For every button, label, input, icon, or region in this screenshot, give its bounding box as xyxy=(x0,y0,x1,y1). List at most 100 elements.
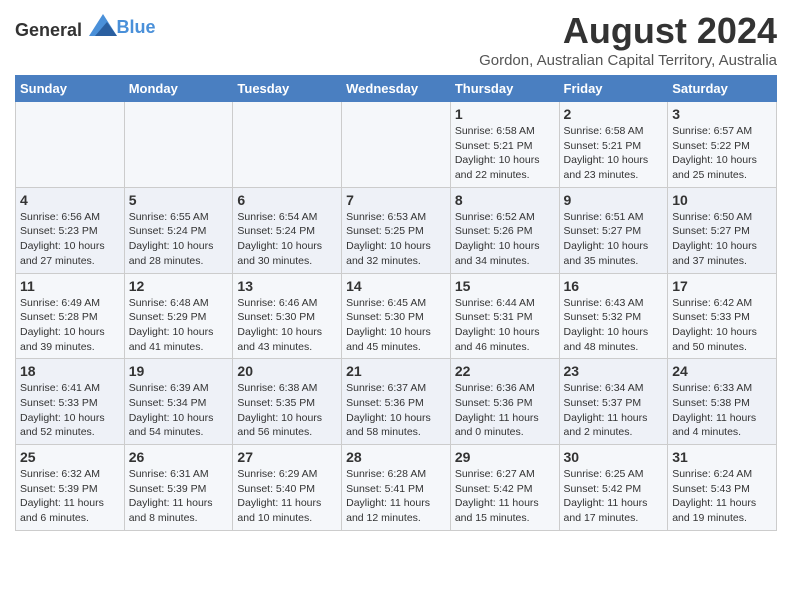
calendar-week-row: 11Sunrise: 6:49 AM Sunset: 5:28 PM Dayli… xyxy=(16,273,777,359)
day-number: 22 xyxy=(455,363,555,379)
calendar-cell: 20 Sunrise: 6:38 AM Sunset: 5:35 PM Dayli… xyxy=(233,359,342,445)
calendar-cell: 13Sunrise: 6:46 AM Sunset: 5:30 PM Dayli… xyxy=(233,273,342,359)
calendar-cell: 5 Sunrise: 6:55 AM Sunset: 5:24 PM Daylig… xyxy=(124,187,233,273)
day-number: 5 xyxy=(129,192,229,208)
calendar-cell: 23 Sunrise: 6:34 AM Sunset: 5:37 PM Dayli… xyxy=(559,359,668,445)
calendar-cell: 12 Sunrise: 6:48 AM Sunset: 5:29 PM Dayli… xyxy=(124,273,233,359)
calendar-cell: 16 Sunrise: 6:43 AM Sunset: 5:32 PM Dayli… xyxy=(559,273,668,359)
calendar-cell: 2Sunrise: 6:58 AM Sunset: 5:21 PM Daylig… xyxy=(559,102,668,188)
logo: General Blue xyxy=(15,14,156,41)
day-of-week-header: Tuesday xyxy=(233,76,342,102)
calendar-cell: 14 Sunrise: 6:45 AM Sunset: 5:30 PM Dayli… xyxy=(342,273,451,359)
day-number: 15 xyxy=(455,278,555,294)
cell-info: Sunrise: 6:29 AM Sunset: 5:40 PM Dayligh… xyxy=(237,467,337,526)
day-of-week-header: Monday xyxy=(124,76,233,102)
calendar-cell xyxy=(124,102,233,188)
day-number: 18 xyxy=(20,363,120,379)
calendar-cell: 25 Sunrise: 6:32 AM Sunset: 5:39 PM Dayli… xyxy=(16,445,125,531)
calendar-table: SundayMondayTuesdayWednesdayThursdayFrid… xyxy=(15,75,777,531)
cell-info: Sunrise: 6:46 AM Sunset: 5:30 PM Dayligh… xyxy=(237,296,337,355)
cell-info: Sunrise: 6:32 AM Sunset: 5:39 PM Dayligh… xyxy=(20,467,120,526)
day-number: 6 xyxy=(237,192,337,208)
title-area: August 2024 Gordon, Australian Capital T… xyxy=(479,10,777,69)
day-number: 9 xyxy=(564,192,664,208)
calendar-cell: 26 Sunrise: 6:31 AM Sunset: 5:39 PM Dayli… xyxy=(124,445,233,531)
cell-info: Sunrise: 6:28 AM Sunset: 5:41 PM Dayligh… xyxy=(346,467,446,526)
day-number: 10 xyxy=(672,192,772,208)
logo-general: General xyxy=(15,20,82,40)
location: Gordon, Australian Capital Territory, Au… xyxy=(479,52,777,69)
day-number: 25 xyxy=(20,449,120,465)
cell-info: Sunrise: 6:44 AM Sunset: 5:31 PM Dayligh… xyxy=(455,296,555,355)
day-number: 27 xyxy=(237,449,337,465)
day-of-week-header: Wednesday xyxy=(342,76,451,102)
calendar-cell: 8Sunrise: 6:52 AM Sunset: 5:26 PM Daylig… xyxy=(450,187,559,273)
day-number: 4 xyxy=(20,192,120,208)
calendar-cell xyxy=(16,102,125,188)
day-number: 7 xyxy=(346,192,446,208)
cell-info: Sunrise: 6:24 AM Sunset: 5:43 PM Dayligh… xyxy=(672,467,772,526)
calendar-cell: 1Sunrise: 6:58 AM Sunset: 5:21 PM Daylig… xyxy=(450,102,559,188)
day-of-week-header: Thursday xyxy=(450,76,559,102)
cell-info: Sunrise: 6:56 AM Sunset: 5:23 PM Dayligh… xyxy=(20,210,120,269)
logo-icon xyxy=(89,14,117,36)
calendar-header-row: SundayMondayTuesdayWednesdayThursdayFrid… xyxy=(16,76,777,102)
cell-info: Sunrise: 6:49 AM Sunset: 5:28 PM Dayligh… xyxy=(20,296,120,355)
cell-info: Sunrise: 6:39 AM Sunset: 5:34 PM Dayligh… xyxy=(129,381,229,440)
day-number: 23 xyxy=(564,363,664,379)
calendar-cell: 17 Sunrise: 6:42 AM Sunset: 5:33 PM Dayli… xyxy=(668,273,777,359)
cell-info: Sunrise: 6:45 AM Sunset: 5:30 PM Dayligh… xyxy=(346,296,446,355)
day-number: 20 xyxy=(237,363,337,379)
calendar-cell: 22 Sunrise: 6:36 AM Sunset: 5:36 PM Dayli… xyxy=(450,359,559,445)
cell-info: Sunrise: 6:58 AM Sunset: 5:21 PM Dayligh… xyxy=(455,124,555,183)
calendar-cell: 21Sunrise: 6:37 AM Sunset: 5:36 PM Dayli… xyxy=(342,359,451,445)
day-of-week-header: Friday xyxy=(559,76,668,102)
logo-blue: Blue xyxy=(117,17,156,37)
cell-info: Sunrise: 6:34 AM Sunset: 5:37 PM Dayligh… xyxy=(564,381,664,440)
calendar-week-row: 25 Sunrise: 6:32 AM Sunset: 5:39 PM Dayli… xyxy=(16,445,777,531)
cell-info: Sunrise: 6:27 AM Sunset: 5:42 PM Dayligh… xyxy=(455,467,555,526)
day-number: 26 xyxy=(129,449,229,465)
cell-info: Sunrise: 6:43 AM Sunset: 5:32 PM Dayligh… xyxy=(564,296,664,355)
day-number: 24 xyxy=(672,363,772,379)
cell-info: Sunrise: 6:42 AM Sunset: 5:33 PM Dayligh… xyxy=(672,296,772,355)
calendar-cell: 6 Sunrise: 6:54 AM Sunset: 5:24 PM Daylig… xyxy=(233,187,342,273)
day-of-week-header: Sunday xyxy=(16,76,125,102)
calendar-cell: 30 Sunrise: 6:25 AM Sunset: 5:42 PM Dayli… xyxy=(559,445,668,531)
cell-info: Sunrise: 6:53 AM Sunset: 5:25 PM Dayligh… xyxy=(346,210,446,269)
cell-info: Sunrise: 6:51 AM Sunset: 5:27 PM Dayligh… xyxy=(564,210,664,269)
cell-info: Sunrise: 6:41 AM Sunset: 5:33 PM Dayligh… xyxy=(20,381,120,440)
calendar-cell xyxy=(233,102,342,188)
day-number: 17 xyxy=(672,278,772,294)
cell-info: Sunrise: 6:36 AM Sunset: 5:36 PM Dayligh… xyxy=(455,381,555,440)
cell-info: Sunrise: 6:38 AM Sunset: 5:35 PM Dayligh… xyxy=(237,381,337,440)
calendar-cell: 3Sunrise: 6:57 AM Sunset: 5:22 PM Daylig… xyxy=(668,102,777,188)
cell-info: Sunrise: 6:48 AM Sunset: 5:29 PM Dayligh… xyxy=(129,296,229,355)
calendar-cell: 4 Sunrise: 6:56 AM Sunset: 5:23 PM Daylig… xyxy=(16,187,125,273)
day-number: 16 xyxy=(564,278,664,294)
day-number: 30 xyxy=(564,449,664,465)
calendar-cell: 11Sunrise: 6:49 AM Sunset: 5:28 PM Dayli… xyxy=(16,273,125,359)
cell-info: Sunrise: 6:58 AM Sunset: 5:21 PM Dayligh… xyxy=(564,124,664,183)
header: General Blue August 2024 Gordon, Austral… xyxy=(15,10,777,69)
day-number: 19 xyxy=(129,363,229,379)
calendar-cell: 19 Sunrise: 6:39 AM Sunset: 5:34 PM Dayli… xyxy=(124,359,233,445)
calendar-cell: 7 Sunrise: 6:53 AM Sunset: 5:25 PM Daylig… xyxy=(342,187,451,273)
calendar-cell: 10Sunrise: 6:50 AM Sunset: 5:27 PM Dayli… xyxy=(668,187,777,273)
cell-info: Sunrise: 6:54 AM Sunset: 5:24 PM Dayligh… xyxy=(237,210,337,269)
cell-info: Sunrise: 6:25 AM Sunset: 5:42 PM Dayligh… xyxy=(564,467,664,526)
day-number: 31 xyxy=(672,449,772,465)
calendar-cell: 27 Sunrise: 6:29 AM Sunset: 5:40 PM Dayli… xyxy=(233,445,342,531)
calendar-cell: 18 Sunrise: 6:41 AM Sunset: 5:33 PM Dayli… xyxy=(16,359,125,445)
cell-info: Sunrise: 6:55 AM Sunset: 5:24 PM Dayligh… xyxy=(129,210,229,269)
calendar-cell: 29Sunrise: 6:27 AM Sunset: 5:42 PM Dayli… xyxy=(450,445,559,531)
cell-info: Sunrise: 6:31 AM Sunset: 5:39 PM Dayligh… xyxy=(129,467,229,526)
calendar-week-row: 4 Sunrise: 6:56 AM Sunset: 5:23 PM Daylig… xyxy=(16,187,777,273)
calendar-cell: 31 Sunrise: 6:24 AM Sunset: 5:43 PM Dayli… xyxy=(668,445,777,531)
day-number: 14 xyxy=(346,278,446,294)
calendar-cell: 9 Sunrise: 6:51 AM Sunset: 5:27 PM Daylig… xyxy=(559,187,668,273)
cell-info: Sunrise: 6:57 AM Sunset: 5:22 PM Dayligh… xyxy=(672,124,772,183)
day-number: 12 xyxy=(129,278,229,294)
cell-info: Sunrise: 6:52 AM Sunset: 5:26 PM Dayligh… xyxy=(455,210,555,269)
day-of-week-header: Saturday xyxy=(668,76,777,102)
